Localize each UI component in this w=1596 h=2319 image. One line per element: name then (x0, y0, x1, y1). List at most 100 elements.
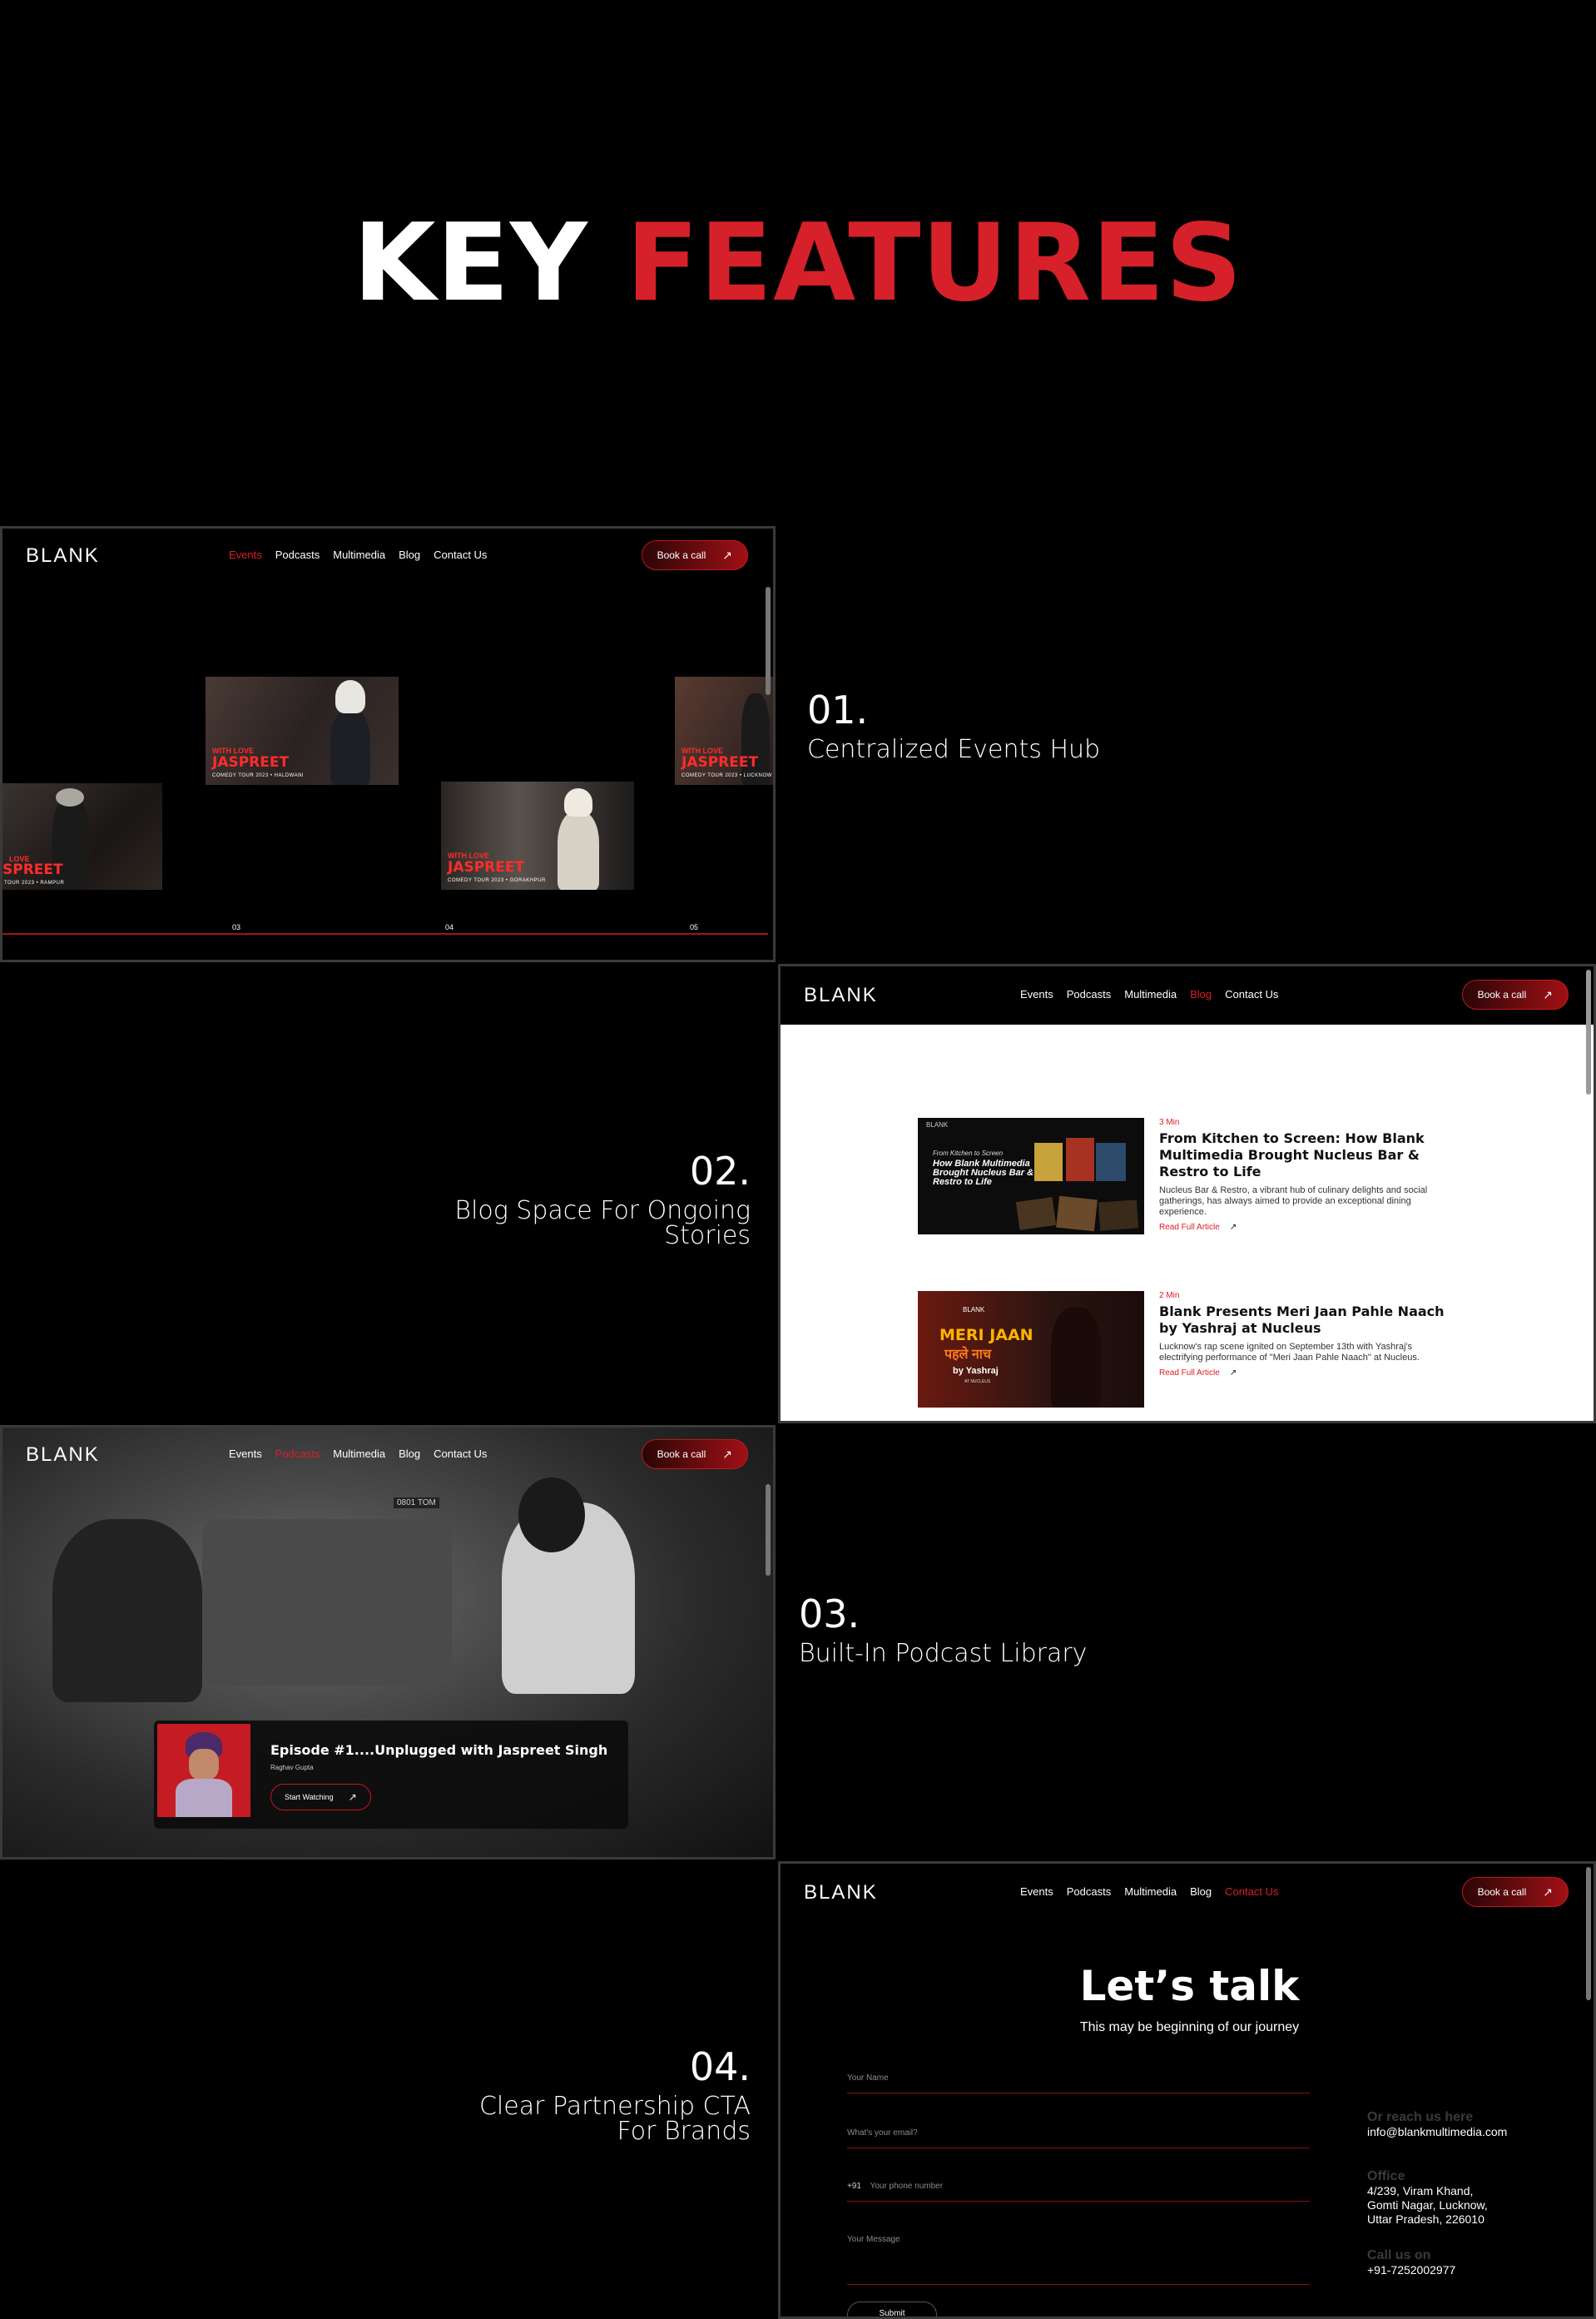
image-headline: How Blank Multimedia Brought Nucleus Bar… (933, 1159, 1034, 1187)
nav-links: Events Podcasts Multimedia Blog Contact … (1020, 988, 1278, 1001)
arrow-up-right-icon: ↗ (348, 1791, 357, 1803)
title-word-key: KEY (353, 201, 588, 325)
nav-podcasts[interactable]: Podcasts (1067, 1885, 1111, 1898)
event-caption-tour: COMEDY TOUR 2023 • HALDWANI (212, 773, 305, 778)
message-placeholder: Your Message (847, 2235, 900, 2244)
email-field[interactable]: What's your email? (847, 2128, 1310, 2148)
nav-blog[interactable]: Blog (399, 1448, 420, 1460)
contact-phone[interactable]: +91-7252002977 (1367, 2263, 1507, 2277)
nav-podcasts[interactable]: Podcasts (275, 549, 320, 561)
nav-multimedia[interactable]: Multimedia (333, 549, 385, 561)
blog-post-card[interactable]: BLANK From Kitchen to Screen How Blank M… (918, 1118, 1459, 1243)
scrollbar[interactable] (1586, 1867, 1591, 2000)
nav-contact[interactable]: Contact Us (434, 549, 487, 561)
book-call-button[interactable]: Book a call ↗ (1461, 1877, 1569, 1907)
blank-logo[interactable]: BLANK (804, 1881, 878, 1904)
office-line3: Uttar Pradesh, 226010 (1367, 2212, 1484, 2226)
event-thumb-haldwani[interactable]: WITH LOVE JASPREET COMEDY TOUR 2023 • HA… (206, 677, 399, 785)
podcast-screenshot: 0801 TOM BLANK Events Podcasts Multimedi… (0, 1425, 776, 1860)
nav-events[interactable]: Events (1020, 988, 1053, 1001)
contact-subheading: This may be beginning of our journey (1079, 2020, 1300, 2034)
nav-events[interactable]: Events (229, 1448, 262, 1460)
book-call-label: Book a call (657, 549, 706, 561)
nav-multimedia[interactable]: Multimedia (1124, 1885, 1177, 1898)
image-by: by Yashraj (953, 1366, 999, 1376)
nav-blog[interactable]: Blog (399, 549, 420, 561)
contact-heading: Let’s talk (1079, 1962, 1300, 2010)
event-caption-name: SPREET (2, 862, 63, 878)
feature-number: 01. (807, 688, 869, 732)
event-caption-name: JASPREET (448, 859, 525, 876)
message-field[interactable]: Your Message (847, 2235, 1310, 2285)
name-placeholder: Your Name (847, 2073, 889, 2083)
nav-blog[interactable]: Blog (1190, 1885, 1212, 1898)
read-full-article-label: Read Full Article (1159, 1223, 1220, 1232)
episode-guest: Raghav Gupta (270, 1764, 314, 1771)
arrow-up-right-icon: ↗ (1543, 987, 1553, 1001)
nav-multimedia[interactable]: Multimedia (1124, 988, 1177, 1001)
event-index-03: 03 (232, 923, 241, 931)
book-call-button[interactable]: Book a call ↗ (1461, 980, 1569, 1010)
scrollbar[interactable] (766, 587, 771, 695)
name-field[interactable]: Your Name (847, 2073, 1310, 2093)
scrollbar[interactable] (1586, 970, 1591, 1095)
events-screenshot: BLANK Events Podcasts Multimedia Blog Co… (0, 526, 776, 962)
read-full-article-link[interactable]: Read Full Article ↗ (1159, 1368, 1450, 1378)
nav-podcasts[interactable]: Podcasts (275, 1448, 320, 1460)
blog-post-title[interactable]: From Kitchen to Screen: How Blank Multim… (1159, 1130, 1450, 1180)
nav-podcasts[interactable]: Podcasts (1067, 988, 1111, 1001)
read-full-article-link[interactable]: Read Full Article ↗ (1159, 1223, 1450, 1232)
read-time: 2 Min (1159, 1291, 1180, 1300)
nav-blog[interactable]: Blog (1190, 988, 1212, 1001)
blog-post-title[interactable]: Blank Presents Meri Jaan Pahle Naach by … (1159, 1304, 1450, 1337)
event-thumb-gorakhpur[interactable]: WITH LOVE JASPREET COMEDY TOUR 2023 • GO… (441, 782, 634, 890)
image-at: AT NUCLEUS (964, 1379, 991, 1384)
nav-multimedia[interactable]: Multimedia (333, 1448, 385, 1460)
blog-post-excerpt: Lucknow's rap scene ignited on September… (1159, 1342, 1420, 1363)
event-caption-name: JASPREET (212, 754, 290, 771)
nav-events[interactable]: Events (229, 549, 262, 561)
event-caption-tour: COMEDY TOUR 2023 • GORAKHPUR (448, 878, 546, 883)
feature-number: 02. (689, 1149, 751, 1194)
book-call-button[interactable]: Book a call ↗ (641, 540, 748, 570)
navbar: BLANK Events Podcasts Multimedia Blog Co… (781, 1864, 1594, 1922)
feature-03: 03. Built-In Podcast Library (799, 1592, 1087, 1666)
title-word-features: FEATURES (626, 201, 1243, 325)
blank-logo[interactable]: BLANK (26, 544, 100, 568)
navbar: BLANK Events Podcasts Multimedia Blog Co… (781, 966, 1594, 1025)
phone-field[interactable]: +91 Your phone number (847, 2182, 1310, 2202)
navbar: BLANK Events Podcasts Multimedia Blog Co… (2, 1428, 773, 1482)
blog-post-image: BLANK MERI JAAN पहले नाच by Yashraj AT N… (918, 1291, 1144, 1408)
start-watching-button[interactable]: Start Watching ↗ (270, 1784, 371, 1810)
nav-contact[interactable]: Contact Us (1225, 1885, 1278, 1898)
contact-email[interactable]: info@blankmultimedia.com (1367, 2125, 1507, 2139)
blank-logo[interactable]: BLANK (26, 1443, 100, 1467)
book-call-button[interactable]: Book a call ↗ (641, 1439, 748, 1469)
navbar: BLANK Events Podcasts Multimedia Blog Co… (2, 529, 773, 583)
feature-title-line1: Clear Partnership CTA (478, 2092, 751, 2121)
podcast-episode-card[interactable]: Episode #1....Unplugged with Jaspreet Si… (154, 1721, 628, 1829)
feature-title-line2: Stories (664, 1221, 751, 1250)
book-call-label: Book a call (657, 1448, 706, 1460)
scrollbar[interactable] (766, 1484, 771, 1576)
event-thumb-lucknow[interactable]: WITH LOVE JASPREET COMEDY TOUR 2023 • LU… (675, 677, 773, 785)
call-label: Call us on (1367, 2248, 1431, 2262)
events-timeline (2, 933, 768, 935)
arrow-up-right-icon: ↗ (722, 1447, 732, 1461)
office-line2: Gomti Nagar, Lucknow, (1367, 2198, 1488, 2212)
blog-post-excerpt: Nucleus Bar & Restro, a vibrant hub of c… (1159, 1185, 1428, 1217)
blog-post-text: 2 Min Blank Presents Meri Jaan Pahle Naa… (1159, 1291, 1450, 1378)
feature-number: 04. (689, 2044, 751, 2089)
submit-button[interactable]: Submit (847, 2302, 937, 2317)
nav-events[interactable]: Events (1020, 1885, 1053, 1898)
blank-logo[interactable]: BLANK (804, 984, 878, 1007)
page-title: KEY FEATURES (353, 201, 1242, 325)
reach-label: Or reach us here (1367, 2110, 1474, 2124)
phone-country-code[interactable]: +91 (847, 2182, 861, 2191)
blog-post-card[interactable]: BLANK MERI JAAN पहले नाच by Yashraj AT N… (918, 1291, 1459, 1416)
feature-title-line1: Blog Space For Ongoing (454, 1196, 751, 1225)
nav-contact[interactable]: Contact Us (1225, 988, 1278, 1001)
nav-contact[interactable]: Contact Us (434, 1448, 487, 1460)
nav-links: Events Podcasts Multimedia Blog Contact … (229, 1448, 487, 1460)
event-thumb-rampur[interactable]: LOVE SPREET TOUR 2023 • RAMPUR (2, 783, 162, 890)
